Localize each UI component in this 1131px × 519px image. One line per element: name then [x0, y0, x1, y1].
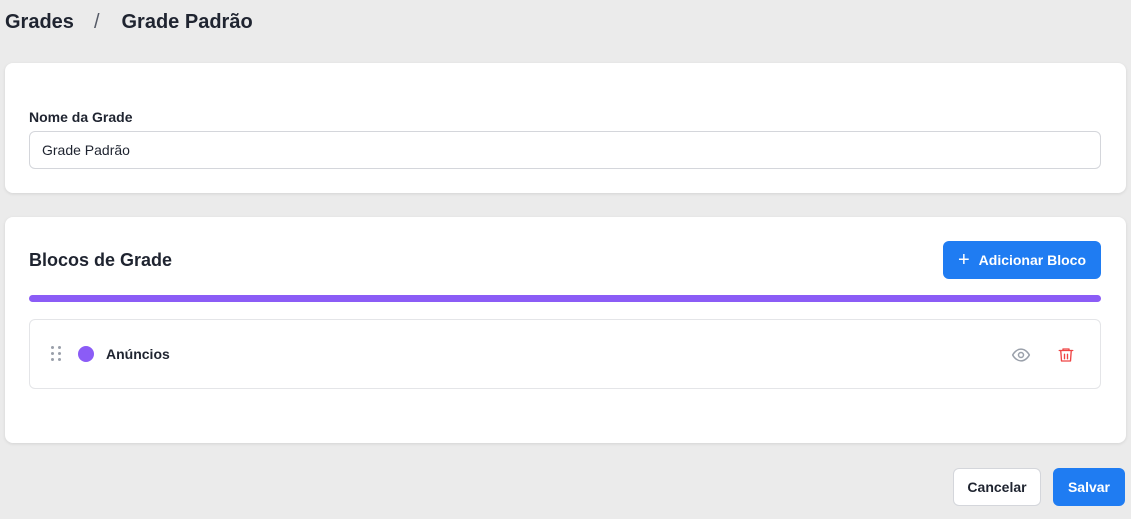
block-item-label: Anúncios — [106, 346, 170, 362]
block-timeline-bar — [29, 295, 1101, 302]
breadcrumb: Grades / Grade Padrão — [5, 10, 253, 34]
save-button[interactable]: Salvar — [1053, 468, 1125, 506]
grade-name-label: Nome da Grade — [29, 109, 133, 125]
drag-handle-icon[interactable] — [51, 346, 61, 362]
grade-name-card: Nome da Grade — [5, 63, 1126, 193]
breadcrumb-separator: / — [93, 10, 100, 33]
page: Grades / Grade Padrão Nome da Grade Bloc… — [0, 0, 1131, 519]
eye-icon[interactable] — [1010, 344, 1032, 366]
trash-icon[interactable] — [1055, 344, 1077, 366]
breadcrumb-parent-link[interactable]: Grades — [5, 11, 74, 34]
add-block-button[interactable]: + Adicionar Bloco — [943, 241, 1101, 279]
plus-icon: + — [957, 249, 970, 271]
grade-blocks-card: Blocos de Grade + Adicionar Bloco Anúnci… — [5, 217, 1126, 443]
grade-blocks-title: Blocos de Grade — [29, 250, 173, 270]
block-color-dot — [78, 346, 94, 362]
cancel-button[interactable]: Cancelar — [953, 468, 1041, 506]
breadcrumb-current: Grade Padrão — [121, 10, 253, 33]
block-list-item: Anúncios — [29, 319, 1101, 389]
add-block-label: Adicionar Bloco — [978, 252, 1087, 268]
grade-name-input[interactable] — [29, 131, 1101, 169]
